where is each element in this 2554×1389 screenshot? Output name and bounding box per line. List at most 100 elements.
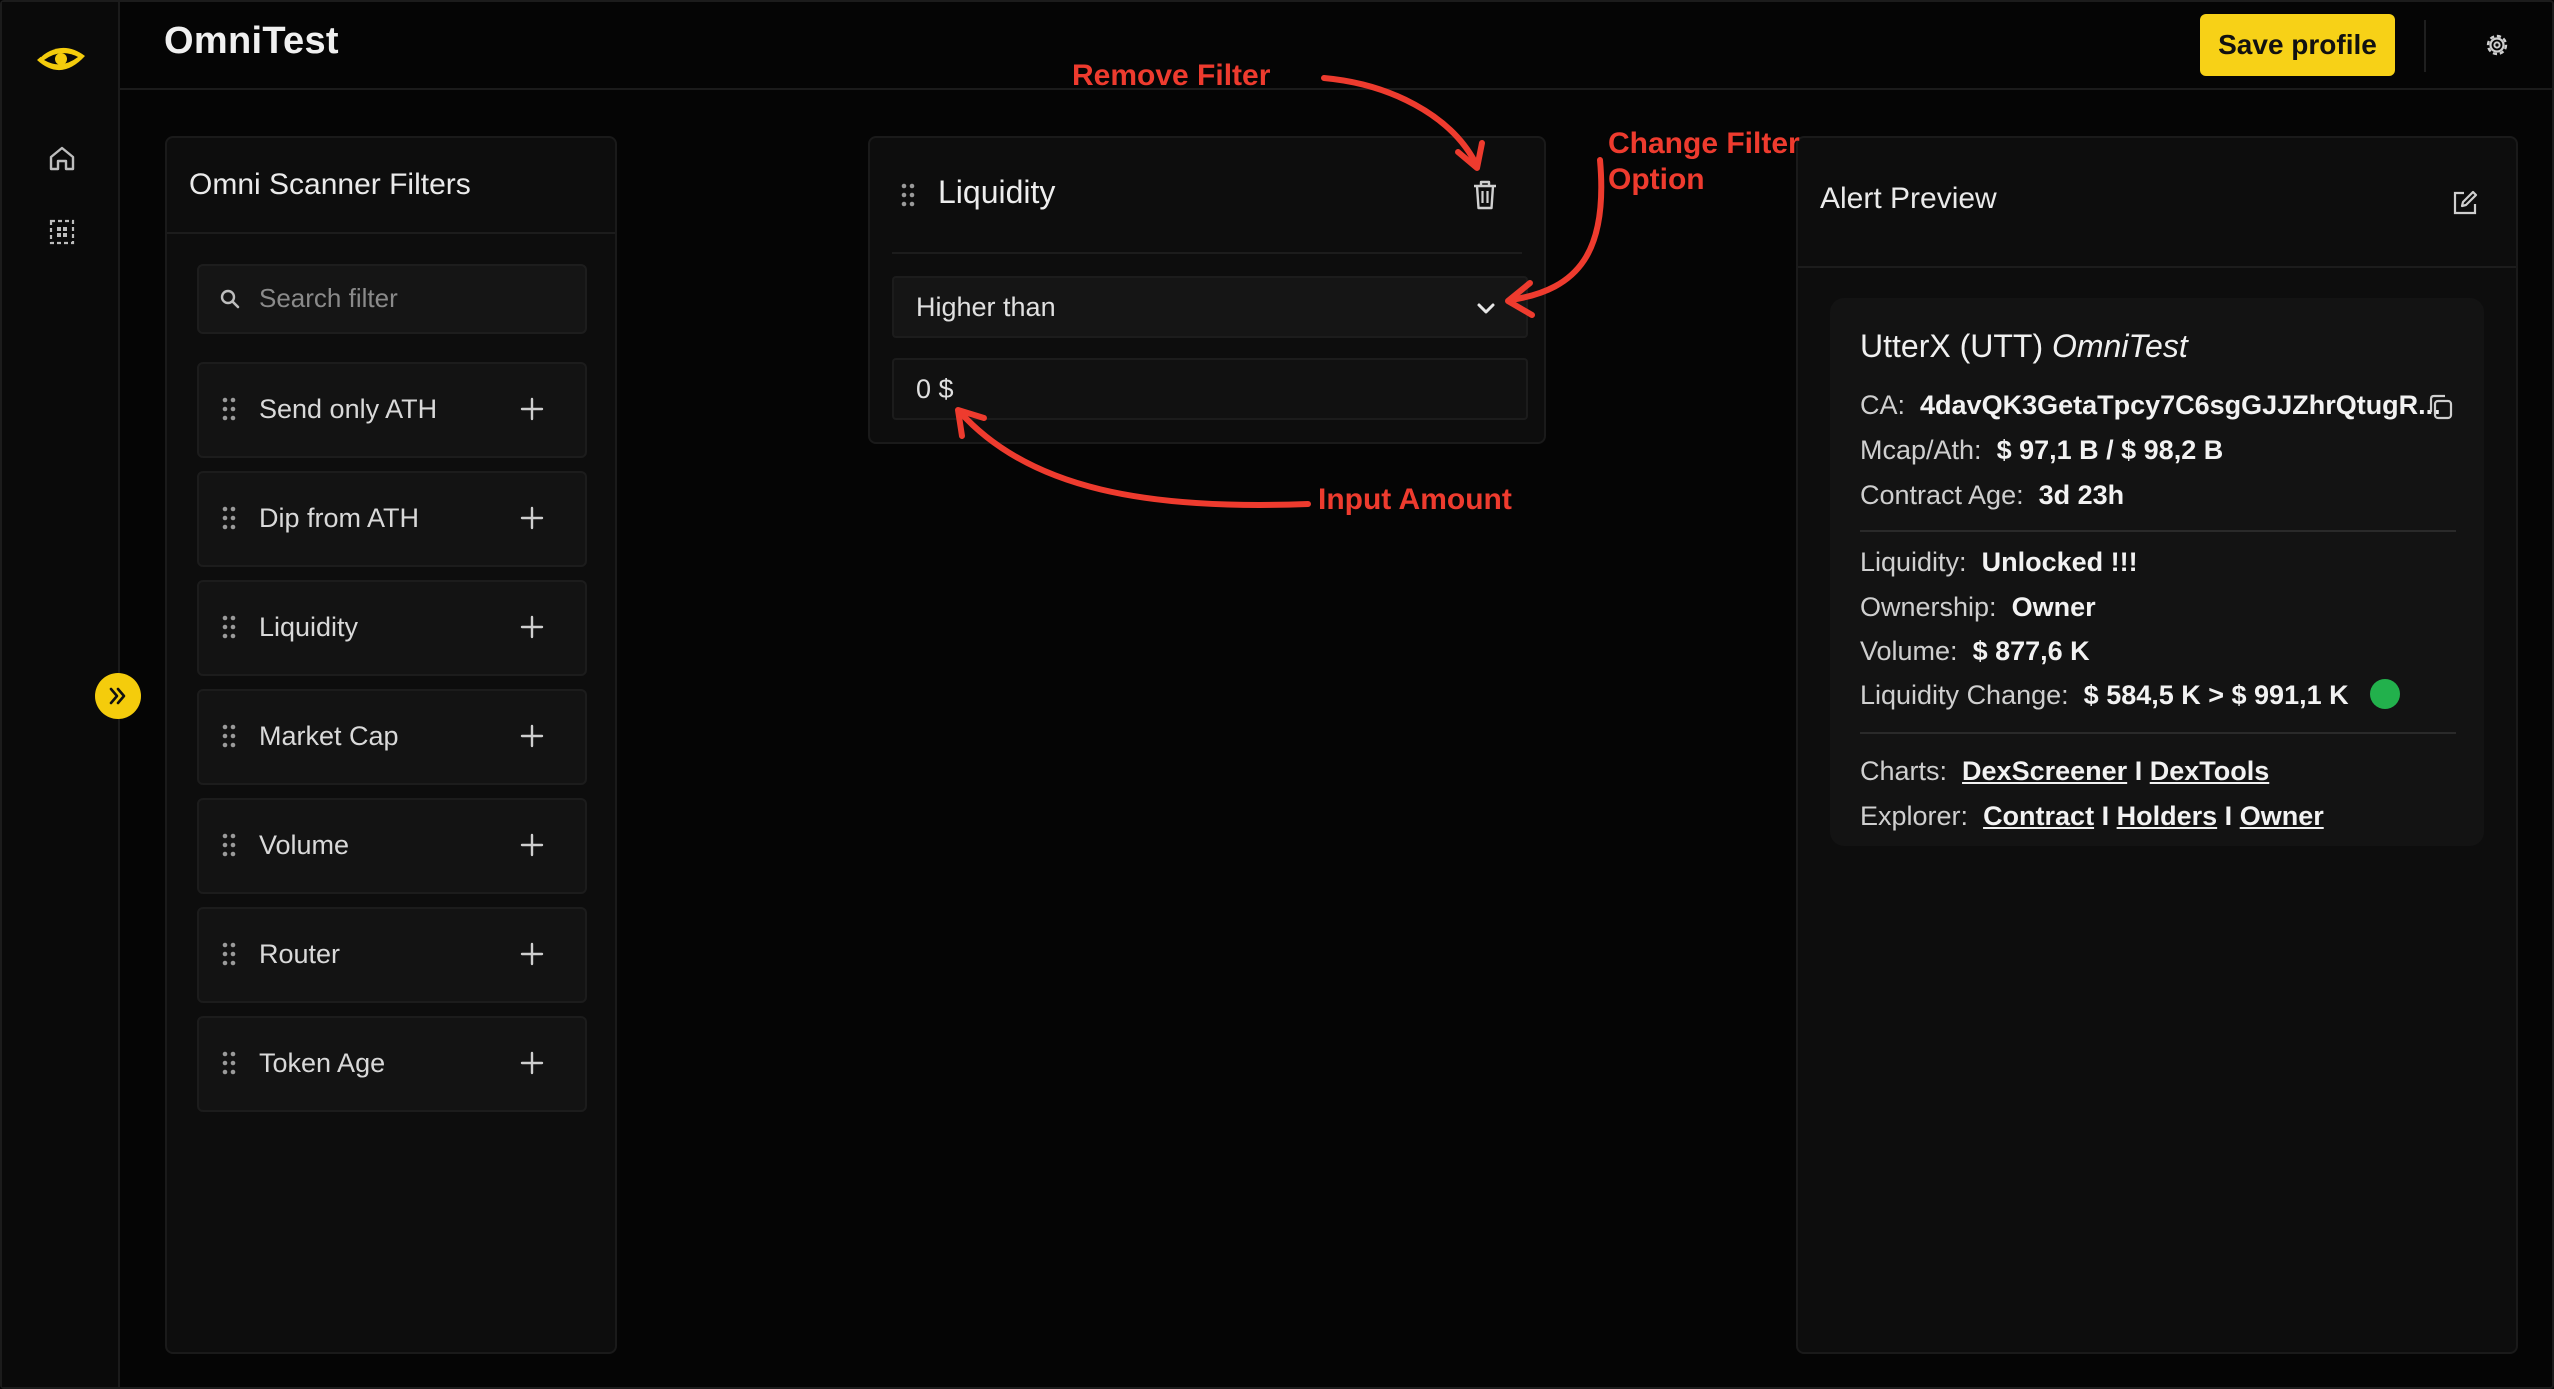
plus-icon[interactable] [519,1050,545,1076]
expand-sidebar-button[interactable] [95,673,141,719]
contract-age-line: Contract Age: 3d 23h [1860,480,2124,511]
token-name-line: UtterX (UTT) OmniTest [1860,328,2188,365]
liquidity-change-value: $ 584,5 K > $ 991,1 K [2083,680,2349,710]
plus-icon[interactable] [519,832,545,858]
link-separator: I [2134,756,2143,786]
header-divider [2424,20,2426,72]
drag-handle-icon[interactable] [221,723,237,749]
chevron-down-icon [1477,303,1495,314]
link-separator: I [2224,801,2233,831]
plus-icon[interactable] [519,614,545,640]
alert-card: UtterX (UTT) OmniTest CA: 4davQK3GetaTpc… [1830,298,2484,846]
annotation-change-filter: Change Filter Option [1608,126,1800,198]
plus-icon[interactable] [519,723,545,749]
eye-logo-icon[interactable] [34,38,88,80]
card-divider [892,252,1522,254]
contract-age-label: Contract Age: [1860,480,2024,510]
charts-line: Charts: DexScreener I DexTools [1860,756,2269,787]
status-dot [2370,678,2401,709]
liquidity-line: Liquidity: Unlocked !!! [1860,547,2138,578]
top-header: OmniTest Save profile [120,2,2552,90]
filter-item-router[interactable]: Router [197,907,587,1003]
drag-handle-icon[interactable] [900,182,916,208]
token-source: OmniTest [2051,328,2188,364]
grid-dashed-icon[interactable] [46,216,78,248]
contract-link[interactable]: Contract [1983,801,2094,831]
owner-link[interactable]: Owner [2240,801,2324,831]
filter-item-token-age[interactable]: Token Age [197,1016,587,1112]
annotation-change-filter-line2: Option [1608,163,1705,196]
plus-icon[interactable] [519,505,545,531]
drag-handle-icon[interactable] [221,396,237,422]
filter-item-label: Dip from ATH [259,503,420,533]
annotation-change-filter-line1: Change Filter [1608,127,1800,160]
filter-item-label: Router [259,939,341,969]
amount-value: 0 $ [916,374,954,404]
panel-divider [1798,266,2516,268]
mcap-value: $ 97,1 B / $ 98,2 B [1996,435,2224,465]
filter-item-dip-from-ath[interactable]: Dip from ATH [197,471,587,567]
copy-icon[interactable] [2426,392,2456,422]
ca-line: CA: 4davQK3GetaTpcy7C6sgGJJZhrQtugR... [1860,390,2441,421]
annotation-remove-filter: Remove Filter [1072,59,1271,92]
contract-age-value: 3d 23h [2038,480,2125,510]
filter-item-label: Market Cap [259,721,399,751]
filter-item-volume[interactable]: Volume [197,798,587,894]
alert-preview-title: Alert Preview [1820,182,1997,215]
edit-icon[interactable] [2450,188,2480,218]
search-input[interactable] [257,266,571,330]
plus-icon[interactable] [519,941,545,967]
search-filter-box[interactable] [197,264,587,334]
scanner-filters-panel: Omni Scanner Filters Send only ATH Dip f… [165,136,617,1354]
active-filter-title: Liquidity [938,174,1056,210]
liquidity-label: Liquidity: [1860,547,1967,577]
drag-handle-icon[interactable] [221,1050,237,1076]
filter-item-label: Token Age [259,1048,386,1078]
ca-value: 4davQK3GetaTpcy7C6sgGJJZhrQtugR... [1920,390,2441,420]
ownership-label: Ownership: [1860,592,1997,622]
active-filter-card: Liquidity Higher than 0 $ [868,136,1546,444]
home-icon[interactable] [46,142,78,174]
ownership-line: Ownership: Owner [1860,592,2096,623]
filter-item-send-only-ath[interactable]: Send only ATH [197,362,587,458]
explorer-line: Explorer: Contract I Holders I Owner [1860,801,2324,832]
holders-link[interactable]: Holders [2117,801,2218,831]
dexscreener-link[interactable]: DexScreener [1962,756,2127,786]
save-profile-button[interactable]: Save profile [2200,14,2395,76]
filter-item-market-cap[interactable]: Market Cap [197,689,587,785]
filter-option-value: Higher than [916,292,1056,322]
search-icon [220,289,240,309]
alert-preview-panel: Alert Preview UtterX (UTT) OmniTest CA: … [1796,136,2518,1354]
mcap-line: Mcap/Ath: $ 97,1 B / $ 98,2 B [1860,435,2223,466]
panel-divider [167,232,615,234]
filter-option-select[interactable]: Higher than [892,276,1528,338]
annotation-input-amount: Input Amount [1318,483,1512,516]
ownership-value: Owner [2011,592,2096,622]
gear-icon[interactable] [2482,30,2512,60]
drag-handle-icon[interactable] [221,832,237,858]
explorer-label: Explorer: [1860,801,1969,831]
dextools-link[interactable]: DexTools [2150,756,2270,786]
volume-line: Volume: $ 877,6 K [1860,636,2090,667]
filter-item-liquidity[interactable]: Liquidity [197,580,587,676]
liquidity-change-line: Liquidity Change: $ 584,5 K > $ 991,1 K [1860,678,2401,712]
filter-item-label: Volume [259,830,350,860]
card-divider [1860,732,2456,734]
app-title: OmniTest [164,20,339,62]
liquidity-change-label: Liquidity Change: [1860,680,2069,710]
trash-icon[interactable] [1470,178,1500,212]
drag-handle-icon[interactable] [221,614,237,640]
filters-panel-title: Omni Scanner Filters [189,168,471,201]
ca-label: CA: [1860,390,1906,420]
drag-handle-icon[interactable] [221,505,237,531]
plus-icon[interactable] [519,396,545,422]
amount-input[interactable]: 0 $ [892,358,1528,420]
card-divider [1860,530,2456,532]
drag-handle-icon[interactable] [221,941,237,967]
volume-value: $ 877,6 K [1972,636,2090,666]
filter-item-label: Send only ATH [259,394,438,424]
mcap-label: Mcap/Ath: [1860,435,1982,465]
token-name: UtterX (UTT) [1860,328,2044,364]
link-separator: I [2101,801,2110,831]
volume-label: Volume: [1860,636,1958,666]
